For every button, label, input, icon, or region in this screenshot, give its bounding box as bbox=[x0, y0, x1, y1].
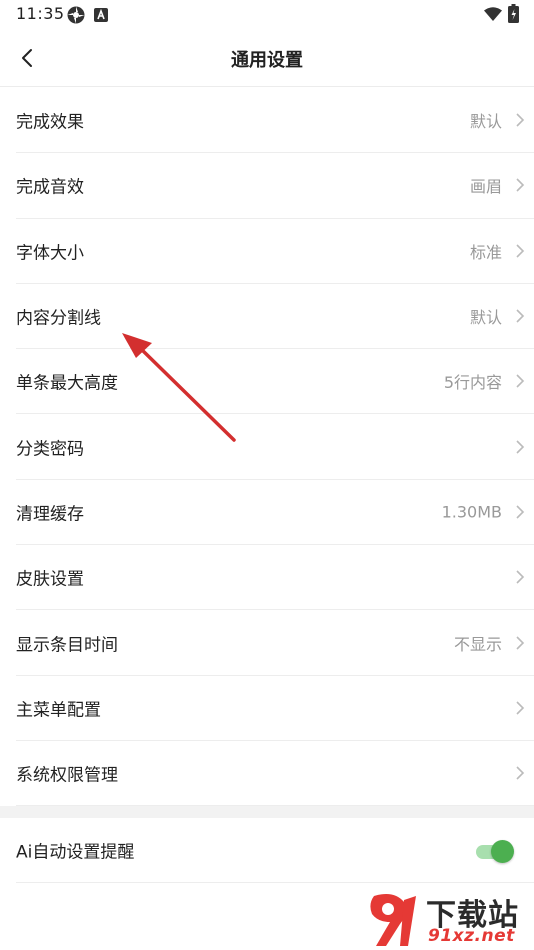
setting-value: 1.30MB bbox=[441, 502, 502, 522]
ai-reminder-label: Ai自动设置提醒 bbox=[16, 842, 135, 863]
a-notification-icon bbox=[94, 7, 108, 26]
setting-value: 不显示 bbox=[453, 634, 502, 654]
ai-reminder-toggle[interactable] bbox=[476, 840, 514, 863]
setting-label: 字体大小 bbox=[16, 243, 84, 264]
settings-row[interactable]: 字体大小 标准 bbox=[16, 219, 534, 284]
setting-value: 默认 bbox=[469, 308, 502, 328]
settings-row[interactable]: 单条最大高度 5行内容 bbox=[16, 349, 534, 415]
settings-status-icon bbox=[66, 5, 86, 29]
status-bar: 11:35 bbox=[0, 0, 534, 30]
watermark: 下载站 91xz.net bbox=[364, 888, 534, 950]
setting-label: 完成音效 bbox=[16, 177, 84, 198]
settings-row[interactable]: 显示条目时间 不显示 bbox=[16, 610, 534, 676]
chevron-right-icon bbox=[516, 440, 525, 454]
setting-label: 显示条目时间 bbox=[16, 635, 118, 656]
setting-label: 内容分割线 bbox=[16, 308, 101, 329]
chevron-right-icon bbox=[516, 701, 525, 715]
chevron-right-icon bbox=[516, 244, 525, 258]
chevron-right-icon bbox=[516, 505, 525, 519]
settings-row[interactable]: 清理缓存 1.30MB bbox=[16, 480, 534, 546]
setting-label: 分类密码 bbox=[16, 439, 84, 460]
setting-value: 画眉 bbox=[469, 177, 502, 197]
watermark-url: 91xz.net bbox=[428, 926, 515, 946]
wifi-icon bbox=[484, 6, 502, 25]
header: 通用设置 bbox=[0, 30, 534, 87]
status-time: 11:35 bbox=[16, 4, 65, 23]
battery-icon bbox=[508, 4, 519, 27]
ai-reminder-row: Ai自动设置提醒 bbox=[16, 818, 534, 883]
setting-label: 清理缓存 bbox=[16, 504, 84, 525]
settings-row[interactable]: 完成音效 画眉 bbox=[16, 153, 534, 219]
settings-row[interactable]: 主菜单配置 bbox=[16, 676, 534, 741]
watermark-logo-icon bbox=[370, 894, 416, 946]
chevron-right-icon bbox=[516, 766, 525, 780]
chevron-right-icon bbox=[516, 178, 525, 193]
chevron-right-icon bbox=[516, 374, 525, 388]
chevron-right-icon bbox=[516, 113, 525, 127]
settings-list: 完成效果 默认 完成音效 画眉 字体大小 标准 内容分割线 默认 单条最大高度 5行内容 分类密码清… bbox=[0, 88, 534, 807]
toggle-knob bbox=[491, 840, 514, 863]
setting-value: 标准 bbox=[469, 242, 502, 262]
chevron-right-icon bbox=[516, 635, 525, 650]
chevron-right-icon bbox=[516, 570, 525, 584]
settings-row[interactable]: 内容分割线 默认 bbox=[16, 284, 534, 350]
settings-row[interactable]: 分类密码 bbox=[16, 414, 534, 480]
setting-value: 默认 bbox=[469, 112, 502, 132]
section-divider bbox=[0, 806, 534, 818]
settings-row[interactable]: 皮肤设置 bbox=[16, 545, 534, 611]
setting-label: 皮肤设置 bbox=[16, 569, 84, 590]
settings-row[interactable]: 系统权限管理 bbox=[16, 741, 534, 807]
page-title: 通用设置 bbox=[231, 50, 303, 71]
setting-label: 系统权限管理 bbox=[16, 765, 118, 786]
settings-row[interactable]: 完成效果 默认 bbox=[16, 88, 534, 154]
setting-label: 单条最大高度 bbox=[16, 373, 118, 394]
setting-label: 主菜单配置 bbox=[16, 700, 101, 721]
chevron-right-icon bbox=[516, 309, 525, 323]
setting-value: 5行内容 bbox=[443, 373, 502, 393]
setting-label: 完成效果 bbox=[16, 112, 84, 133]
